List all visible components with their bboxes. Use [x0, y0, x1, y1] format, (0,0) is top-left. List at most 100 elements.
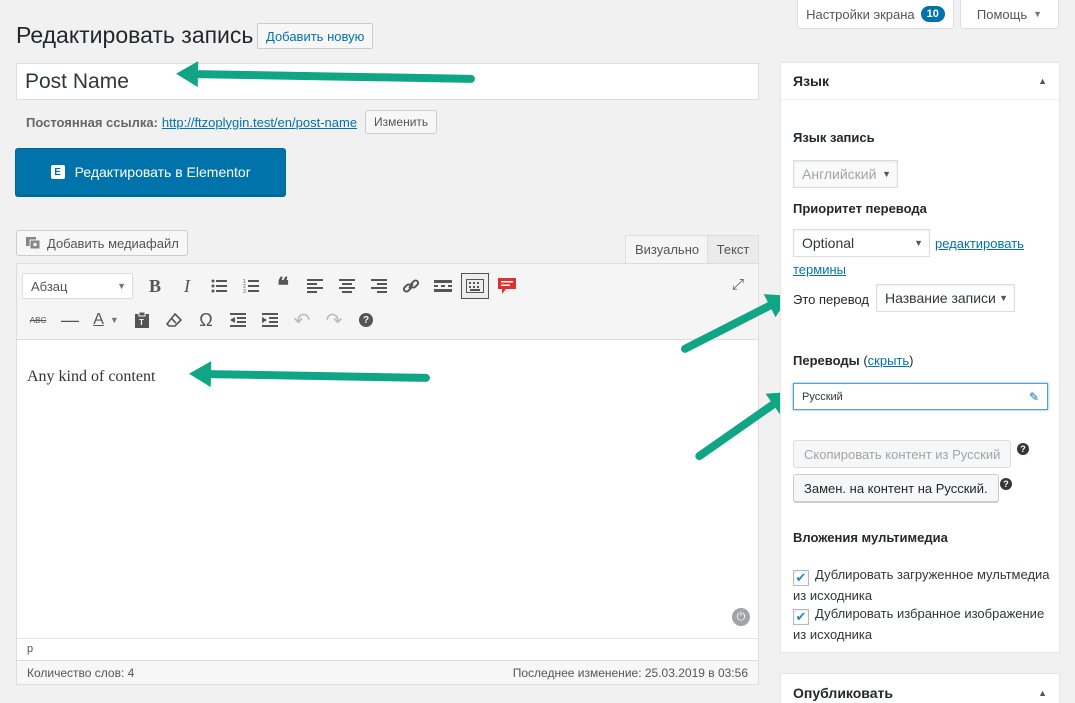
translation-priority-value: Optional: [802, 235, 855, 251]
replace-content-button[interactable]: Замен. на контент на Русский.: [793, 474, 999, 502]
post-language-select: Английский ▼: [793, 160, 898, 188]
duplicate-uploaded-media-label: Дублировать загруженное мультмедиа из ис…: [793, 567, 1050, 603]
permalink-base: http://ftzoplygin.test/en/: [161, 114, 296, 130]
toolbar-toggle-icon[interactable]: [461, 273, 489, 299]
format-select[interactable]: Абзац ▼: [22, 273, 133, 299]
editor-toolbar: Абзац ▼ B I 123 ❝ ⤢ ABC — A ▼ T Ω ↶ ↷ ?: [17, 264, 758, 340]
blockquote-icon[interactable]: ❝: [267, 272, 299, 300]
tab-text[interactable]: Текст: [707, 235, 759, 263]
toolbar-row-2: ABC — A ▼ T Ω ↶ ↷ ?: [22, 306, 382, 334]
media-icon: [26, 237, 41, 250]
undo-icon[interactable]: ↶: [286, 306, 318, 334]
translation-russian-field[interactable]: Русский ✎: [793, 383, 1048, 410]
post-language-value: Английский: [802, 166, 877, 182]
translations-label: Переводы: [793, 353, 860, 368]
translation-russian-value: Русский: [802, 390, 843, 403]
screen-options-label: Настройки экрана: [806, 6, 915, 22]
special-character-icon[interactable]: Ω: [190, 306, 222, 334]
add-media-label: Добавить медиафайл: [47, 235, 179, 251]
text-color-letter: A: [93, 311, 104, 328]
redo-icon[interactable]: ↷: [318, 306, 350, 334]
translations-label-row: Переводы (скрыть): [793, 353, 914, 368]
duplicate-featured-image-option[interactable]: ✔ Дублировать избранное изображение из ис…: [793, 604, 1053, 644]
tab-visual[interactable]: Визуально: [625, 235, 710, 263]
checkbox-checked-icon[interactable]: ✔: [793, 608, 809, 625]
chevron-down-icon: ▼: [882, 169, 891, 179]
align-center-icon[interactable]: [331, 272, 363, 300]
permalink-row: Постоянная ссылка: http://ftzoplygin.tes…: [26, 110, 438, 134]
language-metabox-header[interactable]: Язык ▲: [781, 63, 1059, 100]
read-more-icon[interactable]: [427, 272, 459, 300]
language-metabox: Язык ▲ Язык запись Английский ▼ Приорите…: [780, 62, 1060, 653]
edit-terms-link-cont[interactable]: термины: [793, 262, 846, 277]
italic-icon[interactable]: I: [171, 272, 203, 300]
paste-text-icon[interactable]: T: [126, 306, 158, 334]
add-media-button[interactable]: Добавить медиафайл: [16, 230, 188, 256]
strikethrough-icon[interactable]: ABC: [22, 306, 54, 334]
align-left-icon[interactable]: [299, 272, 331, 300]
clear-formatting-icon[interactable]: [158, 306, 190, 334]
editor-content-area[interactable]: Any kind of content ⏻: [17, 340, 758, 638]
help-icon[interactable]: ?: [1017, 443, 1029, 455]
power-icon[interactable]: ⏻: [732, 608, 750, 626]
elementor-icon: E: [50, 165, 65, 179]
duplicate-uploaded-media-option[interactable]: ✔ Дублировать загруженное мультмедиа из и…: [793, 565, 1053, 605]
text-color-icon[interactable]: A ▼: [86, 306, 126, 334]
elementor-button-label: Редактировать в Elementor: [74, 164, 251, 180]
comment-icon[interactable]: [491, 272, 523, 300]
numbered-list-icon[interactable]: 123: [235, 272, 267, 300]
screen-options-count-badge: 10: [920, 6, 945, 22]
pencil-icon[interactable]: ✎: [1029, 390, 1039, 404]
language-metabox-title: Язык: [793, 73, 829, 89]
word-count: Количество слов: 4: [27, 665, 135, 680]
chevron-down-icon: ▼: [1033, 9, 1043, 19]
toolbar-row-1: Абзац ▼ B I 123 ❝: [22, 272, 523, 300]
format-select-value: Абзац: [31, 278, 68, 294]
chevron-down-icon: ▼: [999, 293, 1008, 303]
help-label: Помощь: [976, 6, 1028, 22]
editor-path-bar[interactable]: p: [17, 638, 758, 660]
post-title-input[interactable]: Post Name: [16, 63, 759, 100]
link-icon[interactable]: [395, 272, 427, 300]
chevron-down-icon: ▼: [117, 281, 126, 291]
svg-text:3: 3: [243, 289, 246, 293]
fullscreen-icon[interactable]: ⤢: [726, 272, 750, 296]
translations-hide-link[interactable]: скрыть: [868, 353, 910, 368]
permalink-slug: post-name: [295, 114, 358, 130]
chevron-up-icon[interactable]: ▲: [1038, 688, 1047, 698]
edit-with-elementor-button[interactable]: E Редактировать в Elementor: [15, 148, 286, 196]
publish-metabox-title: Опубликовать: [793, 684, 893, 701]
translation-of-label: Это перевод: [793, 292, 870, 307]
bold-icon[interactable]: B: [139, 272, 171, 300]
media-attachments-label: Вложения мультимедиа: [793, 530, 948, 545]
help-tab[interactable]: Помощь ▼: [960, 0, 1059, 29]
indent-icon[interactable]: [254, 306, 286, 334]
keyboard-shortcuts-help-icon[interactable]: ?: [350, 306, 382, 334]
add-new-button[interactable]: Добавить новую: [257, 23, 374, 49]
translation-of-select[interactable]: Название записи ▼: [876, 284, 1015, 312]
bullet-list-icon[interactable]: [203, 272, 235, 300]
permalink-edit-button[interactable]: Изменить: [365, 110, 438, 134]
permalink-link[interactable]: http://ftzoplygin.test/en/post-name: [162, 115, 357, 130]
outdent-icon[interactable]: [222, 306, 254, 334]
content-editor: Абзац ▼ B I 123 ❝ ⤢ ABC — A ▼ T Ω ↶ ↷ ? …: [16, 263, 759, 685]
horizontal-rule-icon[interactable]: —: [54, 306, 86, 334]
last-edit-info: Последнее изменение: 25.03.2019 в 03:56: [512, 665, 748, 680]
edit-terms-link[interactable]: редактировать: [935, 236, 1024, 251]
page-title: Редактировать запись: [16, 22, 254, 48]
editor-status-bar: Количество слов: 4 Последнее изменение: …: [17, 660, 758, 684]
translation-priority-label: Приоритет перевода: [793, 201, 927, 216]
translation-of-value: Название записи: [885, 290, 996, 306]
help-icon[interactable]: ?: [1000, 478, 1012, 490]
screen-options-tab[interactable]: Настройки экрана 10: [797, 0, 954, 29]
publish-metabox: Опубликовать ▲: [780, 673, 1060, 703]
checkbox-checked-icon[interactable]: ✔: [793, 569, 809, 586]
align-right-icon[interactable]: [363, 272, 395, 300]
chevron-up-icon[interactable]: ▲: [1038, 76, 1047, 86]
translation-priority-select[interactable]: Optional ▼: [793, 229, 930, 257]
help-icon-glyph: ?: [359, 313, 373, 327]
publish-metabox-header[interactable]: Опубликовать ▲: [781, 674, 1059, 703]
duplicate-featured-image-label: Дублировать избранное изображение из исх…: [793, 606, 1045, 642]
copy-content-button[interactable]: Скопировать контент из Русский: [793, 440, 1012, 468]
svg-text:T: T: [139, 318, 144, 327]
